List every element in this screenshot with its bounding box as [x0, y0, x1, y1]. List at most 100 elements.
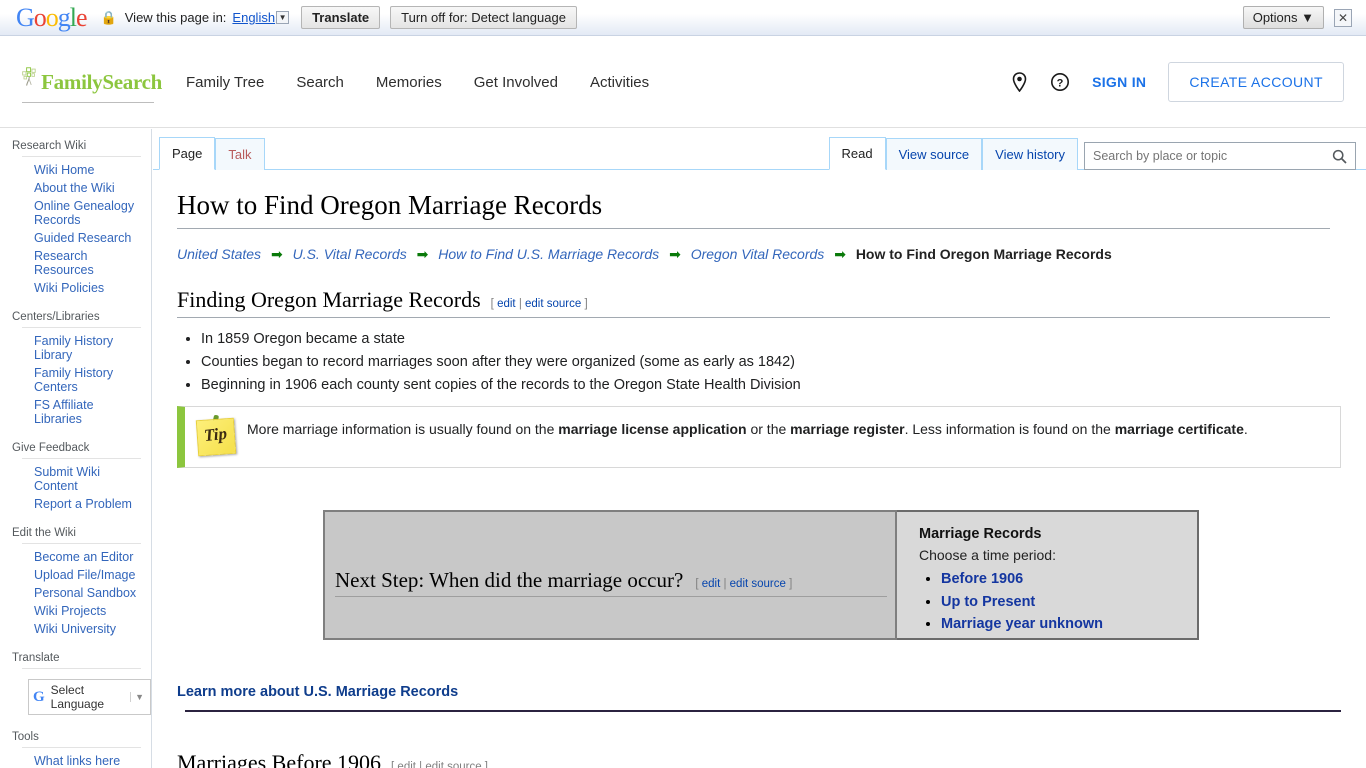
link-up-to-present[interactable]: Up to Present	[941, 594, 1035, 610]
sidebar-group-title-translate: Translate	[12, 652, 60, 664]
sidebar-item-wiki-university[interactable]: Wiki University	[0, 620, 151, 638]
sidebar-item-submit-wiki-content[interactable]: Submit Wiki Content	[0, 463, 151, 495]
translate-language-link[interactable]: English	[232, 10, 275, 25]
translate-button[interactable]: Translate	[301, 6, 381, 29]
breadcrumb-arrow-icon: ➡	[416, 246, 429, 262]
tip-bold-marriage-register: marriage register	[790, 421, 905, 437]
nav-item-get-involved[interactable]: Get Involved	[474, 74, 558, 91]
tab-talk[interactable]: Talk	[215, 138, 265, 170]
page-title: How to Find Oregon Marriage Records	[177, 190, 1330, 229]
sidebar-item-online-genealogy-records[interactable]: Online Genealogy Records	[0, 197, 151, 229]
next-step-heading-row: Next Step: When did the marriage occur? …	[335, 568, 887, 597]
edit-link[interactable]: edit	[702, 578, 721, 590]
bottom-section-edit-links[interactable]: [ edit | edit source ]	[391, 761, 488, 768]
edit-source-link[interactable]: edit source	[525, 298, 581, 310]
bottom-section-heading-row: Marriages Before 1906 [ edit | edit sour…	[177, 750, 1330, 768]
familysearch-logo-text: FamilySearch	[41, 69, 162, 94]
sidebar-item-wiki-policies[interactable]: Wiki Policies	[0, 279, 151, 297]
lock-icon: 🔒	[100, 9, 117, 25]
search-input[interactable]	[1085, 143, 1332, 169]
nav-item-memories[interactable]: Memories	[376, 74, 442, 91]
close-icon[interactable]: ✕	[1334, 8, 1352, 27]
tip-text-part1: More marriage information is usually fou…	[247, 421, 559, 437]
tab-view-source[interactable]: View source	[885, 138, 983, 170]
google-g-icon: G	[33, 688, 45, 705]
sidebar-item-personal-sandbox[interactable]: Personal Sandbox	[0, 584, 151, 602]
google-logo: Google	[16, 2, 88, 32]
sidebar-group-title-edit-the-wiki: Edit the Wiki	[12, 527, 76, 539]
section-divider	[185, 710, 1341, 712]
tab-read[interactable]: Read	[828, 137, 886, 170]
sidebar-item-family-history-centers[interactable]: Family History Centers	[0, 364, 151, 396]
edit-bracket-open: [	[490, 298, 494, 310]
sidebar-group-title-tools: Tools	[12, 731, 39, 743]
list-item: Up to Present	[941, 591, 1183, 614]
tip-text: More marriage information is usually fou…	[247, 415, 1248, 440]
nav-item-family-tree[interactable]: Family Tree	[186, 74, 264, 91]
edit-source-link[interactable]: edit source	[730, 578, 786, 590]
edit-bracket-close: ]	[584, 298, 588, 310]
family-tree-icon	[22, 66, 36, 86]
page-body: How to Find Oregon Marriage Records Unit…	[153, 190, 1366, 768]
tip-callout: Tip More marriage information is usually…	[177, 406, 1341, 468]
sidebar-item-report-a-problem[interactable]: Report a Problem	[0, 495, 151, 513]
main-navigation: Family Tree Search Memories Get Involved…	[186, 74, 681, 91]
sidebar-item-become-an-editor[interactable]: Become an Editor	[0, 548, 151, 566]
nav-item-search[interactable]: Search	[296, 74, 344, 91]
sidebar-item-upload-file-image[interactable]: Upload File/Image	[0, 566, 151, 584]
search-box[interactable]	[1084, 142, 1356, 170]
sidebar-group-title-research-wiki: Research Wiki	[12, 140, 87, 152]
content-area: Page Talk Read View source View history …	[153, 129, 1366, 768]
breadcrumb-item-how-to-find-us-marriage-records[interactable]: How to Find U.S. Marriage Records	[438, 246, 659, 262]
marriage-records-panel: Marriage Records Choose a time period: B…	[897, 510, 1199, 640]
sidebar-group-title-centers-libraries: Centers/Libraries	[12, 311, 100, 323]
sidebar-item-wiki-home[interactable]: Wiki Home	[0, 161, 151, 179]
section-heading: Finding Oregon Marriage Records	[177, 287, 481, 312]
translate-options-button[interactable]: Options ▼	[1242, 6, 1324, 29]
section-heading-row: Finding Oregon Marriage Records [ edit |…	[177, 287, 1330, 318]
sidebar-item-family-history-library[interactable]: Family History Library	[0, 332, 151, 364]
chevron-down-icon[interactable]: ▼	[276, 11, 290, 24]
sidebar-item-what-links-here[interactable]: What links here	[0, 752, 151, 768]
sidebar-divider	[22, 543, 141, 544]
breadcrumb-item-us-vital-records[interactable]: U.S. Vital Records	[293, 246, 407, 262]
nav-item-activities[interactable]: Activities	[590, 74, 649, 91]
breadcrumb-item-oregon-vital-records[interactable]: Oregon Vital Records	[691, 246, 825, 262]
list-item: Beginning in 1906 each county sent copie…	[201, 374, 1330, 396]
select-language-label: Select Language	[50, 683, 105, 711]
select-language-dropdown[interactable]: G Select Language ▼	[28, 679, 151, 715]
tab-view-history[interactable]: View history	[982, 138, 1078, 170]
section-edit-links: [ edit | edit source ]	[491, 298, 588, 310]
breadcrumb-item-united-states[interactable]: United States	[177, 246, 261, 262]
create-account-button[interactable]: CREATE ACCOUNT	[1168, 62, 1344, 102]
turn-off-translate-button[interactable]: Turn off for: Detect language	[390, 6, 577, 29]
sidebar-divider	[22, 156, 141, 157]
help-circle-icon[interactable]: ?	[1050, 72, 1070, 92]
records-panel-title: Marriage Records	[919, 526, 1042, 542]
sidebar-item-about-the-wiki[interactable]: About the Wiki	[0, 179, 151, 197]
facts-list: In 1859 Oregon became a state Counties b…	[177, 328, 1330, 396]
sidebar-item-research-resources[interactable]: Research Resources	[0, 247, 151, 279]
edit-link[interactable]: edit	[497, 298, 516, 310]
learn-more-link[interactable]: Learn more about U.S. Marriage Records	[177, 684, 1330, 700]
google-translate-bar: Google 🔒 View this page in: English ▼ Tr…	[0, 0, 1366, 36]
sidebar: Research Wiki Wiki Home About the Wiki O…	[0, 129, 152, 768]
link-marriage-year-unknown[interactable]: Marriage year unknown	[941, 616, 1103, 632]
list-item: Before 1906	[941, 568, 1183, 591]
tip-text-part2: or the	[746, 421, 791, 437]
list-item: Marriage year unknown	[941, 613, 1183, 636]
link-before-1906[interactable]: Before 1906	[941, 571, 1023, 587]
tip-bold-license-application: marriage license application	[558, 421, 747, 437]
bottom-section-heading: Marriages Before 1906	[177, 750, 382, 768]
sidebar-item-wiki-projects[interactable]: Wiki Projects	[0, 602, 151, 620]
map-pin-icon[interactable]	[1011, 72, 1028, 92]
records-panel-subtitle: Choose a time period:	[919, 547, 1056, 563]
breadcrumb: United States ➡ U.S. Vital Records ➡ How…	[177, 244, 1330, 264]
sidebar-item-fs-affiliate-libraries[interactable]: FS Affiliate Libraries	[0, 396, 151, 428]
translate-bar-right: Options ▼ ✕	[1242, 6, 1358, 29]
search-icon[interactable]	[1332, 149, 1355, 164]
tab-page[interactable]: Page	[159, 137, 216, 170]
familysearch-logo[interactable]: FamilySearch	[22, 62, 162, 103]
sign-in-button[interactable]: SIGN IN	[1092, 74, 1146, 90]
sidebar-item-guided-research[interactable]: Guided Research	[0, 229, 151, 247]
